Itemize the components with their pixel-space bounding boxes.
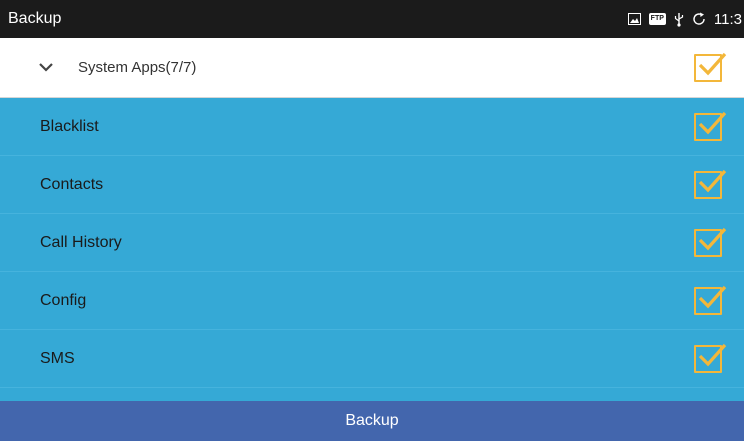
item-checkbox[interactable] bbox=[694, 169, 727, 199]
list-item-blacklist[interactable]: Blacklist bbox=[0, 98, 744, 156]
item-checkbox[interactable] bbox=[694, 343, 727, 373]
item-checkbox[interactable] bbox=[694, 227, 727, 257]
checkmark-icon bbox=[698, 111, 727, 135]
list-item-label: SMS bbox=[40, 350, 75, 367]
item-checkbox[interactable] bbox=[694, 285, 727, 315]
gallery-icon bbox=[627, 13, 641, 25]
ftp-icon: FTP bbox=[648, 13, 666, 25]
checkmark-icon bbox=[698, 52, 727, 76]
checkmark-icon bbox=[698, 227, 727, 251]
clock: 11:3 bbox=[713, 10, 742, 28]
chevron-down-icon[interactable] bbox=[38, 60, 54, 78]
checkmark-icon bbox=[698, 285, 727, 309]
list-item-config[interactable]: Config bbox=[0, 272, 744, 330]
status-bar: Backup FTP 11:3 bbox=[0, 0, 744, 38]
usb-icon bbox=[674, 12, 684, 27]
item-checkbox[interactable] bbox=[694, 111, 727, 141]
list-item-label: Config bbox=[40, 292, 87, 309]
list-item-call-history[interactable]: Call History bbox=[0, 214, 744, 272]
app-title: Backup bbox=[8, 10, 62, 27]
list-item-contacts[interactable]: Contacts bbox=[0, 156, 744, 214]
select-all-checkbox[interactable] bbox=[694, 52, 727, 82]
status-icons: FTP 11:3 bbox=[627, 0, 744, 38]
sync-icon bbox=[692, 12, 706, 26]
group-header-system-apps[interactable]: System Apps(7/7) bbox=[0, 38, 744, 98]
list-item-label: Blacklist bbox=[40, 118, 99, 135]
list-item-label: Contacts bbox=[40, 176, 104, 193]
app-list: Blacklist Contacts Call History Config S… bbox=[0, 98, 744, 401]
group-label: System Apps(7/7) bbox=[78, 59, 197, 76]
backup-button[interactable]: Backup bbox=[0, 401, 744, 441]
list-item-sms[interactable]: SMS bbox=[0, 330, 744, 388]
list-item-label: Call History bbox=[40, 234, 122, 251]
checkmark-icon bbox=[698, 343, 727, 367]
checkmark-icon bbox=[698, 169, 727, 193]
